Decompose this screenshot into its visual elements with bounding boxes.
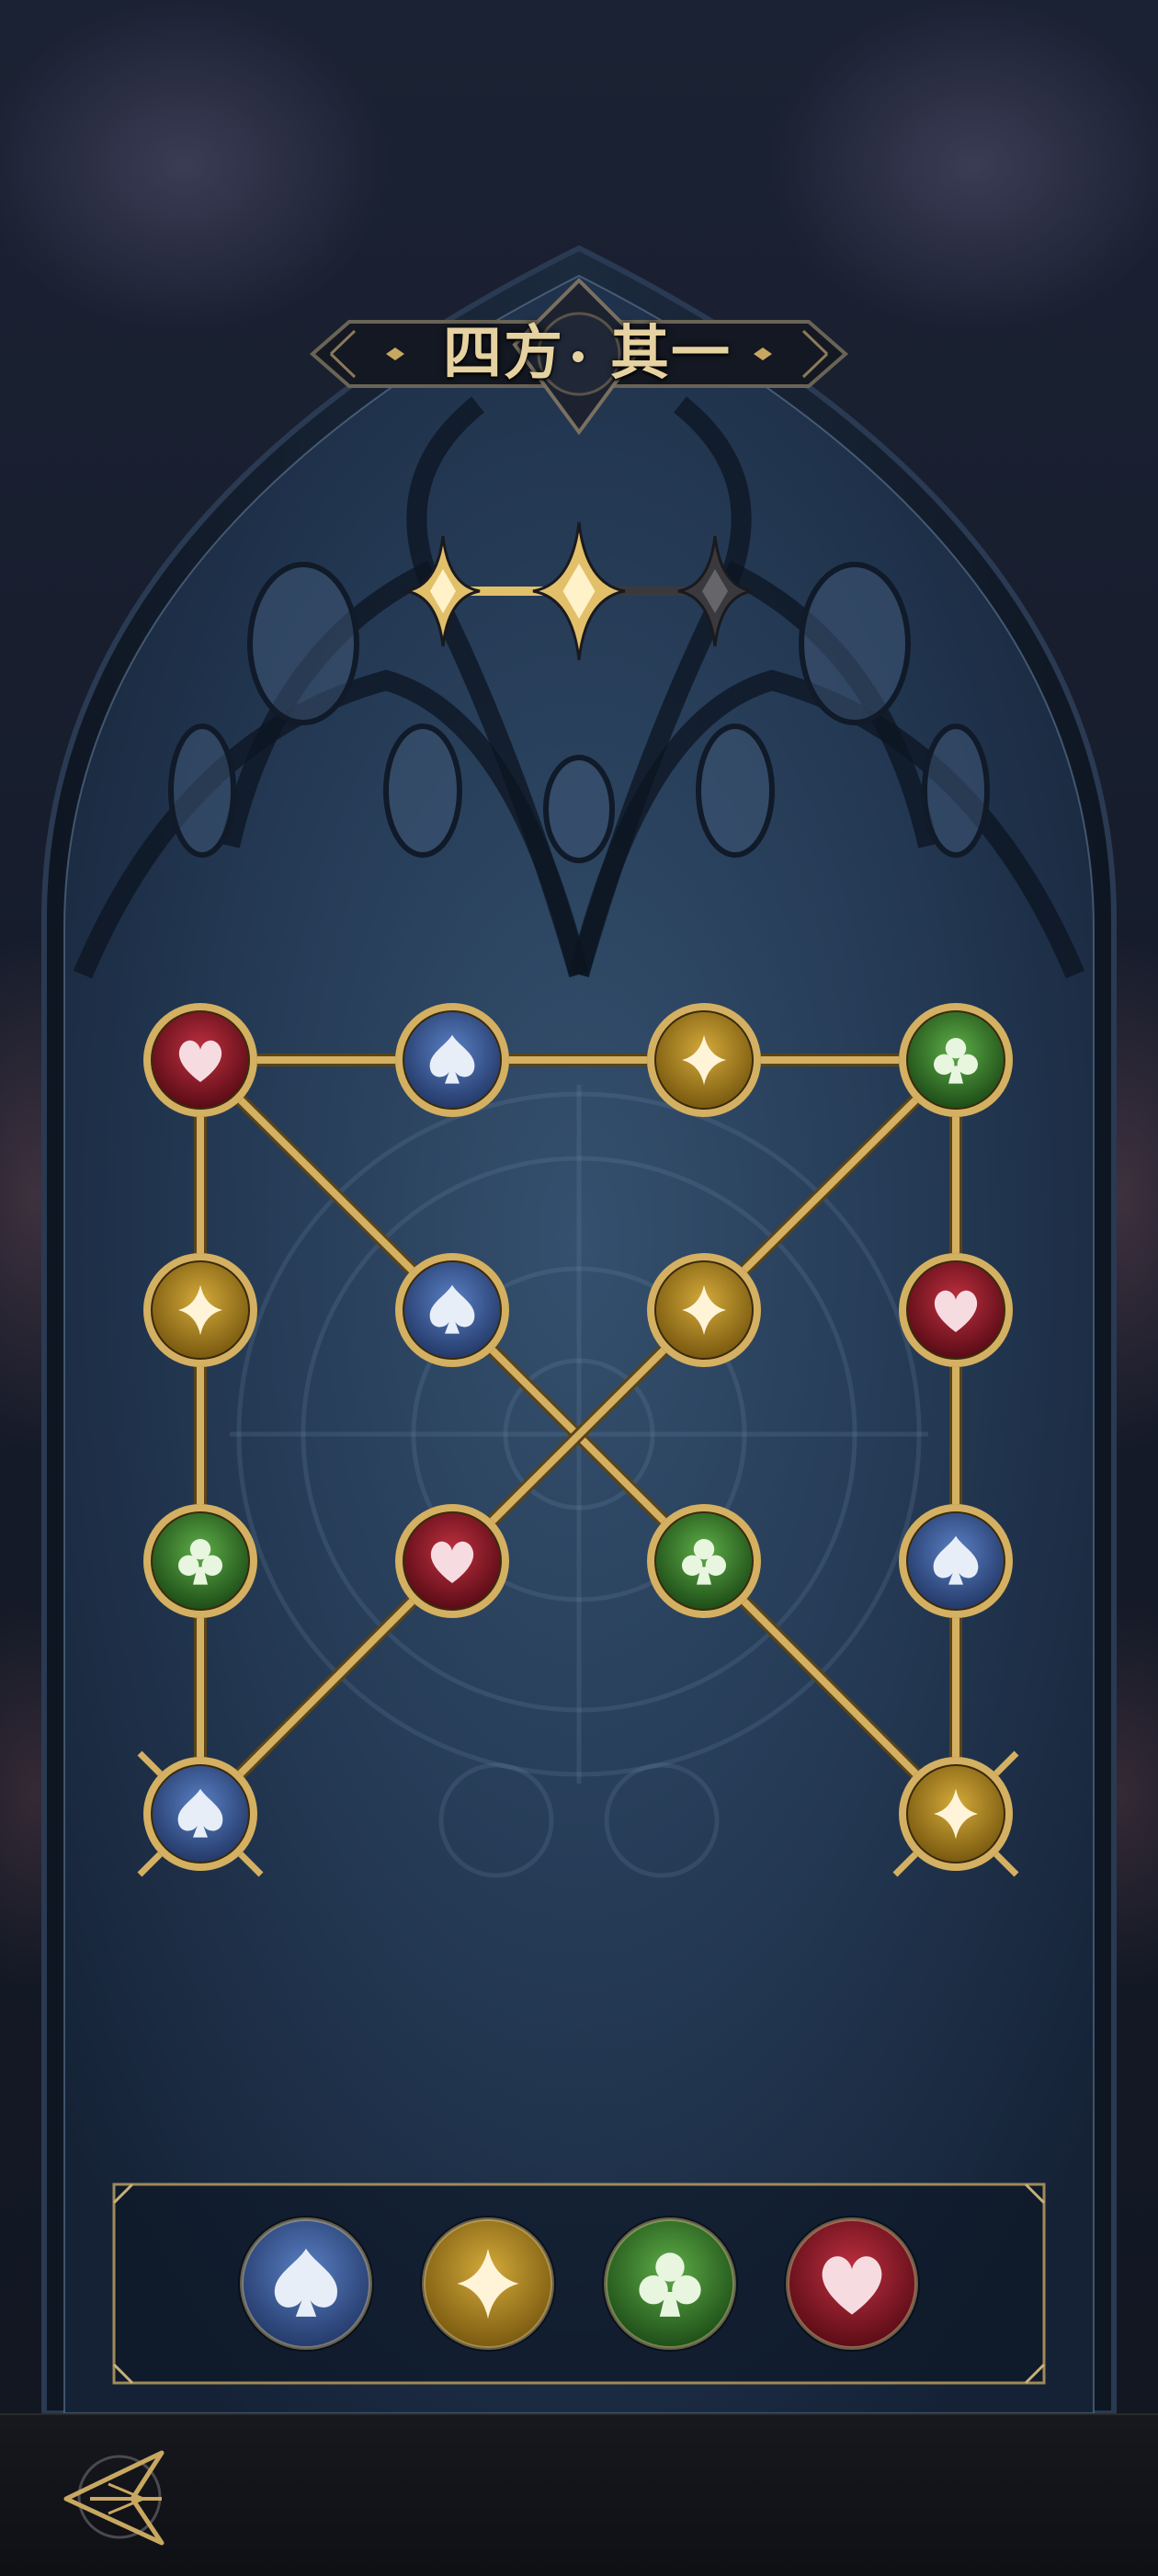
heart-node-c2[interactable] [395,1504,509,1618]
title-separator-dot [573,351,584,362]
palette-token-spade[interactable] [238,2216,374,2352]
club-node-c3[interactable] [647,1504,761,1618]
club-node-a4[interactable] [899,1003,1013,1117]
back-button[interactable] [53,2436,173,2556]
heart-node-a1[interactable] [143,1003,257,1117]
node-face [656,1513,752,1609]
spade-node-b2[interactable] [395,1253,509,1367]
token-face [604,2217,736,2350]
heart-node-b4[interactable] [899,1253,1013,1367]
spade-node-a2[interactable] [395,1003,509,1117]
club-node-c1[interactable] [143,1504,257,1618]
level-title-left: 四方 [443,319,564,388]
diamond-node-a3[interactable] [647,1003,761,1117]
back-arrow-icon [63,2450,165,2546]
palette-token-heart[interactable] [784,2216,920,2352]
palette-token-diamond[interactable] [420,2216,556,2352]
diamond-node-b3[interactable] [647,1253,761,1367]
spade-node-d1[interactable] [137,1750,264,1877]
level-title-right: 其一 [610,319,732,388]
diamond-node-d4[interactable] [892,1750,1019,1877]
diamond-node-b1[interactable] [143,1253,257,1367]
palette-token-club[interactable] [602,2216,738,2352]
node-face [908,1012,1004,1108]
footer-bar [0,2413,1158,2576]
node-face [153,1513,248,1609]
spade-node-c4[interactable] [899,1504,1013,1618]
